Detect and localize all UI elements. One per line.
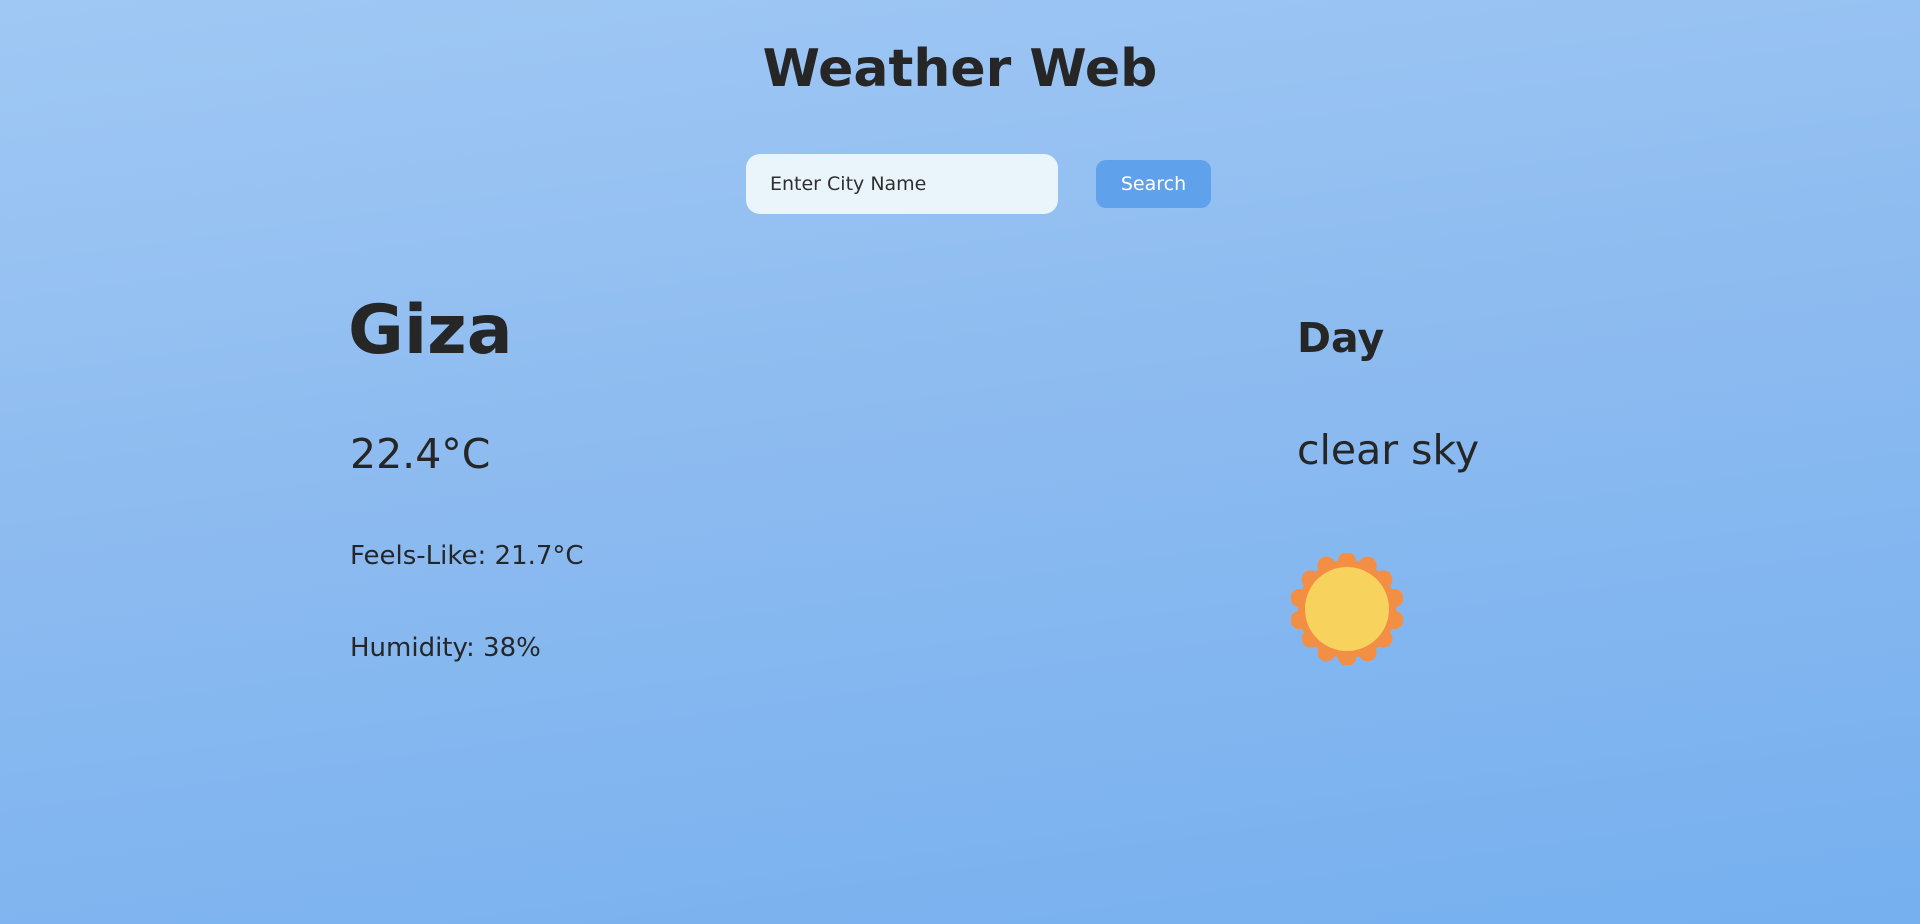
humidity: Humidity: 38% xyxy=(350,633,541,663)
feels-like: Feels-Like: 21.7°C xyxy=(350,541,584,571)
search-button[interactable]: Search xyxy=(1096,160,1211,208)
app-title: Weather Web xyxy=(762,39,1158,99)
sun-icon xyxy=(1291,553,1403,665)
temperature: 22.4°C xyxy=(350,430,491,478)
weather-description: clear sky xyxy=(1297,426,1480,474)
city-name: Giza xyxy=(348,291,513,370)
city-search-input[interactable] xyxy=(746,154,1058,214)
time-of-day: Day xyxy=(1297,314,1385,362)
sun-core xyxy=(1305,567,1389,651)
